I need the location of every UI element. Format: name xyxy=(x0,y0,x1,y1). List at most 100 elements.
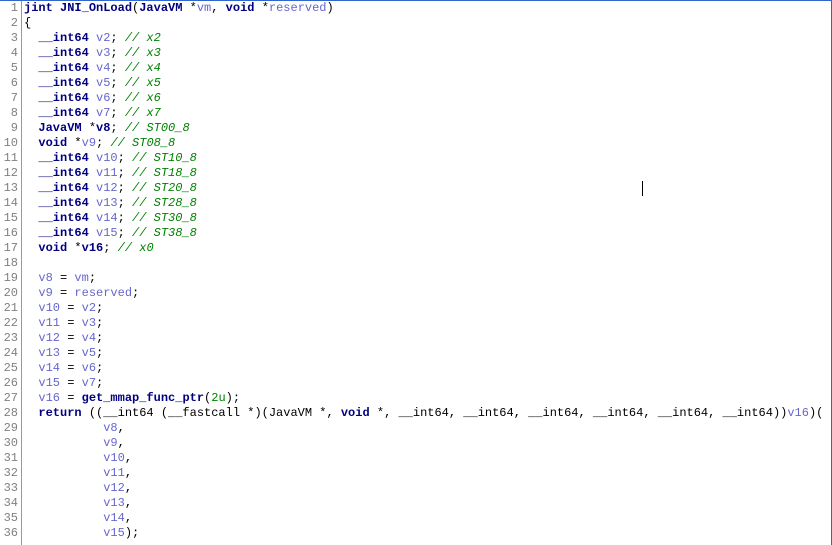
code-token: ; xyxy=(110,46,124,60)
code-content[interactable]: jint JNI_OnLoad(JavaVM *vm, void *reserv… xyxy=(22,1,831,545)
code-line[interactable]: void *v9; // ST08_8 xyxy=(24,136,831,151)
code-line[interactable]: __int64 v15; // ST38_8 xyxy=(24,226,831,241)
code-token: ; xyxy=(110,91,124,105)
code-token xyxy=(24,316,38,330)
code-line[interactable]: v10 = v2; xyxy=(24,301,831,316)
code-token: v10 xyxy=(103,451,125,465)
code-token: ; xyxy=(103,241,117,255)
code-token: ); xyxy=(226,391,240,405)
code-token: { xyxy=(24,16,31,30)
code-line[interactable]: void *v16; // x0 xyxy=(24,241,831,256)
code-token: v9 xyxy=(38,286,52,300)
code-token xyxy=(24,436,103,450)
line-number: 28 xyxy=(3,406,18,421)
code-line[interactable]: v12, xyxy=(24,481,831,496)
code-token: v5 xyxy=(82,346,96,360)
code-line[interactable]: v11 = v3; xyxy=(24,316,831,331)
code-token: ) xyxy=(327,1,334,15)
line-number: 2 xyxy=(3,16,18,31)
code-line[interactable]: v9, xyxy=(24,436,831,451)
code-token: __int64 xyxy=(24,46,96,60)
code-token: v3 xyxy=(96,46,110,60)
code-token: // ST08_8 xyxy=(110,136,175,150)
code-line[interactable]: v9 = reserved; xyxy=(24,286,831,301)
code-token xyxy=(24,526,103,540)
code-token: v2 xyxy=(82,301,96,315)
code-token: = xyxy=(60,331,82,345)
code-line[interactable]: __int64 v14; // ST30_8 xyxy=(24,211,831,226)
code-line[interactable]: __int64 v11; // ST18_8 xyxy=(24,166,831,181)
code-token: * xyxy=(262,1,269,15)
code-line[interactable]: v13 = v5; xyxy=(24,346,831,361)
code-token: v4 xyxy=(96,61,110,75)
code-token xyxy=(24,286,38,300)
code-token: )( xyxy=(809,406,823,420)
code-token: __int64 xyxy=(24,151,96,165)
line-number: 19 xyxy=(3,271,18,286)
line-number: 26 xyxy=(3,376,18,391)
code-token: __int64 xyxy=(24,31,96,45)
code-line[interactable]: JavaVM *v8; // ST00_8 xyxy=(24,121,831,136)
code-line[interactable]: v15); xyxy=(24,526,831,541)
code-line[interactable]: v14, xyxy=(24,511,831,526)
code-token: v14 xyxy=(96,211,118,225)
line-number: 25 xyxy=(3,361,18,376)
line-number: 32 xyxy=(3,466,18,481)
code-line[interactable]: __int64 v3; // x3 xyxy=(24,46,831,61)
code-line[interactable]: v8 = vm; xyxy=(24,271,831,286)
code-token: v7 xyxy=(96,106,110,120)
code-line[interactable]: return ((__int64 (__fastcall *)(JavaVM *… xyxy=(24,406,831,421)
line-number: 4 xyxy=(3,46,18,61)
code-token xyxy=(24,376,38,390)
code-token: v9 xyxy=(103,436,117,450)
code-line[interactable]: __int64 v5; // x5 xyxy=(24,76,831,91)
code-token: __int64 xyxy=(24,106,96,120)
code-line[interactable]: jint JNI_OnLoad(JavaVM *vm, void *reserv… xyxy=(24,1,831,16)
code-token: = xyxy=(60,391,82,405)
code-line[interactable]: v14 = v6; xyxy=(24,361,831,376)
code-token: v8 xyxy=(96,121,110,135)
code-line[interactable]: __int64 v6; // x6 xyxy=(24,91,831,106)
code-token: // ST28_8 xyxy=(132,196,197,210)
code-token: v9 xyxy=(82,136,96,150)
code-line[interactable]: __int64 v13; // ST28_8 xyxy=(24,196,831,211)
code-token: * xyxy=(190,1,197,15)
code-line[interactable]: __int64 v4; // x4 xyxy=(24,61,831,76)
code-token: = xyxy=(60,316,82,330)
code-token: // ST00_8 xyxy=(125,121,190,135)
code-token: = xyxy=(53,286,75,300)
code-token: v13 xyxy=(38,346,60,360)
code-token: vm xyxy=(197,1,211,15)
code-token: __int64 xyxy=(24,61,96,75)
code-token: , xyxy=(118,436,125,450)
code-token: ; xyxy=(96,376,103,390)
code-line[interactable]: v16 = get_mmap_func_ptr(2u); xyxy=(24,391,831,406)
code-token: v8 xyxy=(103,421,117,435)
code-line[interactable]: v8, xyxy=(24,421,831,436)
code-line[interactable]: v11, xyxy=(24,466,831,481)
code-line[interactable]: v15 = v7; xyxy=(24,376,831,391)
code-line[interactable]: v10, xyxy=(24,451,831,466)
code-line[interactable]: __int64 v2; // x2 xyxy=(24,31,831,46)
line-number: 8 xyxy=(3,106,18,121)
code-line[interactable]: __int64 v7; // x7 xyxy=(24,106,831,121)
code-line[interactable]: __int64 v12; // ST20_8 xyxy=(24,181,831,196)
code-token: , xyxy=(125,496,132,510)
code-token: jint xyxy=(24,1,60,15)
code-token: vm xyxy=(74,271,88,285)
code-line[interactable] xyxy=(24,256,831,271)
code-token: *, __int64, __int64, __int64, __int64, _… xyxy=(377,406,787,420)
code-token: ; xyxy=(96,136,110,150)
code-token: * xyxy=(89,121,96,135)
code-token: v4 xyxy=(82,331,96,345)
code-line[interactable]: { xyxy=(24,16,831,31)
code-token: v15 xyxy=(96,226,118,240)
code-editor[interactable]: 1234567891011121314151617181920212223242… xyxy=(0,1,831,545)
line-number: 34 xyxy=(3,496,18,511)
code-token: v11 xyxy=(103,466,125,480)
code-line[interactable]: v13, xyxy=(24,496,831,511)
code-line[interactable]: __int64 v10; // ST10_8 xyxy=(24,151,831,166)
line-number: 23 xyxy=(3,331,18,346)
code-line[interactable]: v12 = v4; xyxy=(24,331,831,346)
code-token: // x7 xyxy=(125,106,161,120)
